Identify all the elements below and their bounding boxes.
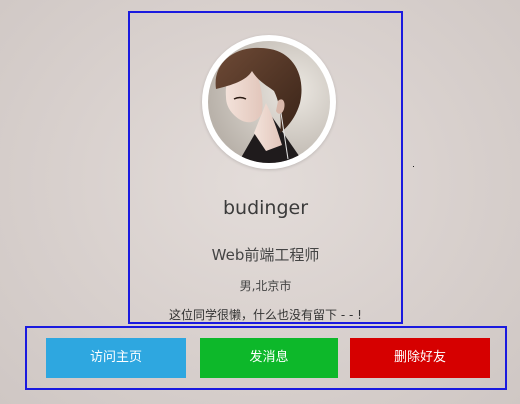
delete-friend-button[interactable]: 删除好友 [350,338,490,378]
gender-location: 男,北京市 [239,279,292,293]
stray-dot [413,166,414,167]
username: budinger [222,197,309,219]
send-message-button[interactable]: 发消息 [200,338,338,378]
avatar-photo [208,41,330,163]
avatar[interactable] [202,35,336,169]
action-bar: 访问主页 发消息 删除好友 [25,326,507,390]
job-title: Web前端工程师 [211,246,320,264]
profile-card: budinger Web前端工程师 男,北京市 这位同学很懒，什么也没有留下 -… [128,11,403,324]
bio-text: 这位同学很懒，什么也没有留下 - - ! [169,308,362,322]
visit-homepage-button[interactable]: 访问主页 [46,338,186,378]
